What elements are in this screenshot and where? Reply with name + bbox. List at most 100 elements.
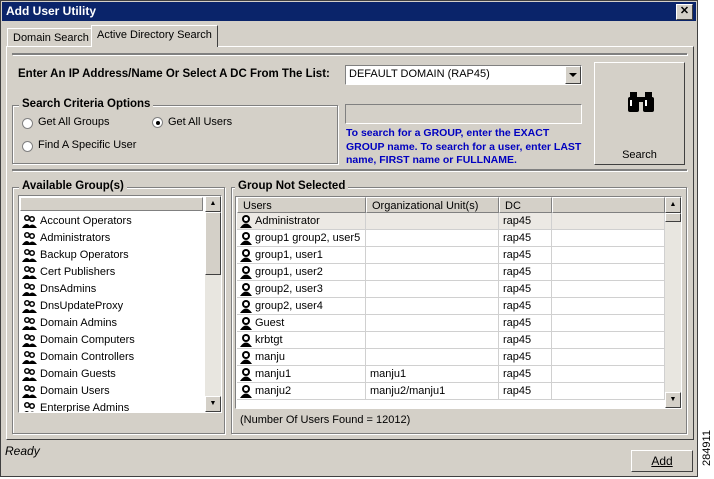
user-icon bbox=[240, 368, 252, 381]
group-list-item-label: Backup Operators bbox=[40, 249, 129, 261]
group-list-item[interactable]: Domain Controllers bbox=[20, 349, 203, 366]
table-row[interactable]: manju1 manju1 rap45 bbox=[237, 366, 665, 383]
add-button[interactable]: Add bbox=[631, 450, 693, 472]
group-icon bbox=[22, 266, 37, 279]
table-row[interactable]: Guest rap45 bbox=[237, 315, 665, 332]
table-row[interactable]: group2, user3 rap45 bbox=[237, 281, 665, 298]
cell-user-text: manju2 bbox=[255, 385, 292, 397]
available-groups-list[interactable]: Account Operators Administrators Backup Op… bbox=[18, 195, 222, 413]
cell-blank bbox=[552, 315, 665, 332]
cell-user: group1, user1 bbox=[237, 247, 366, 264]
cell-dc: rap45 bbox=[499, 213, 552, 230]
cell-user-text: Administrator bbox=[255, 215, 320, 227]
cell-user-text: group1, user1 bbox=[255, 249, 323, 261]
group-list-item[interactable]: Cert Publishers bbox=[20, 264, 203, 281]
cell-dc: rap45 bbox=[499, 332, 552, 349]
search-input[interactable] bbox=[345, 104, 582, 124]
cell-ou bbox=[366, 247, 499, 264]
cell-user: group1 group2, user5 bbox=[237, 230, 366, 247]
user-icon bbox=[240, 351, 252, 364]
groups-rows: Account Operators Administrators Backup Op… bbox=[20, 213, 203, 412]
group-list-item[interactable]: Account Operators bbox=[20, 213, 203, 230]
table-row[interactable]: manju rap45 bbox=[237, 349, 665, 366]
dc-select-dropdown-button[interactable] bbox=[565, 66, 581, 84]
cell-dc: rap45 bbox=[499, 315, 552, 332]
radio-get-all-groups-label[interactable]: Get All Groups bbox=[38, 116, 110, 128]
cell-user: manju2 bbox=[237, 383, 366, 400]
tab-active-directory-search[interactable]: Active Directory Search bbox=[91, 25, 218, 47]
title-bar: Add User Utility ✕ bbox=[2, 2, 696, 21]
group-list-item[interactable]: Domain Guests bbox=[20, 366, 203, 383]
cell-dc: rap45 bbox=[499, 230, 552, 247]
group-list-item-label: DnsUpdateProxy bbox=[40, 300, 124, 312]
cell-user-text: manju1 bbox=[255, 368, 292, 380]
cell-blank bbox=[552, 213, 665, 230]
groups-scroll-thumb[interactable] bbox=[205, 212, 221, 275]
cell-dc: rap45 bbox=[499, 366, 552, 383]
table-row[interactable]: group2, user4 rap45 bbox=[237, 298, 665, 315]
groups-scrollbar[interactable]: ▲ ▼ bbox=[205, 196, 221, 412]
table-row[interactable]: group1 group2, user5 rap45 bbox=[237, 230, 665, 247]
cell-user: group2, user4 bbox=[237, 298, 366, 315]
group-icon bbox=[22, 334, 37, 347]
group-list-item-label: Domain Admins bbox=[40, 317, 118, 329]
group-icon bbox=[22, 283, 37, 296]
radio-find-specific-user[interactable] bbox=[22, 141, 33, 152]
cell-blank bbox=[552, 383, 665, 400]
radio-find-specific-user-label[interactable]: Find A Specific User bbox=[38, 139, 136, 151]
group-list-item[interactable]: Backup Operators bbox=[20, 247, 203, 264]
table-row[interactable]: group1, user1 rap45 bbox=[237, 247, 665, 264]
cell-blank bbox=[552, 264, 665, 281]
column-header-organizational-units[interactable]: Organizational Unit(s) bbox=[366, 197, 499, 213]
table-row[interactable]: manju2 manju2/manju1 rap45 bbox=[237, 383, 665, 400]
group-icon bbox=[22, 317, 37, 330]
cell-dc: rap45 bbox=[499, 247, 552, 264]
table-row[interactable]: Administrator rap45 bbox=[237, 213, 665, 230]
close-button[interactable]: ✕ bbox=[676, 4, 693, 20]
user-icon bbox=[240, 334, 252, 347]
group-list-item[interactable]: Domain Users bbox=[20, 383, 203, 400]
group-list-item[interactable]: DnsUpdateProxy bbox=[20, 298, 203, 315]
cell-ou bbox=[366, 315, 499, 332]
cell-user: Guest bbox=[237, 315, 366, 332]
radio-get-all-users-label[interactable]: Get All Users bbox=[168, 116, 232, 128]
cell-user-text: krbtgt bbox=[255, 334, 283, 346]
column-header-users[interactable]: Users bbox=[237, 197, 366, 213]
group-list-item[interactable]: Enterprise Admins bbox=[20, 400, 203, 412]
cell-dc: rap45 bbox=[499, 281, 552, 298]
cell-user-text: manju bbox=[255, 351, 285, 363]
cell-user-text: group2, user4 bbox=[255, 300, 323, 312]
column-header-dc[interactable]: DC bbox=[499, 197, 552, 213]
cell-dc: rap45 bbox=[499, 383, 552, 400]
dc-select[interactable]: DEFAULT DOMAIN (RAP45) bbox=[345, 65, 582, 85]
column-header-blank bbox=[552, 197, 665, 213]
table-row[interactable]: krbtgt rap45 bbox=[237, 332, 665, 349]
tab-domain-search[interactable]: Domain Search bbox=[7, 28, 95, 47]
radio-get-all-groups[interactable] bbox=[22, 118, 33, 129]
group-list-item-label: DnsAdmins bbox=[40, 283, 97, 295]
group-list-item[interactable]: Domain Computers bbox=[20, 332, 203, 349]
users-scroll-down-button[interactable]: ▼ bbox=[665, 392, 681, 408]
search-criteria-group bbox=[12, 105, 338, 164]
table-row[interactable]: group1, user2 rap45 bbox=[237, 264, 665, 281]
users-scrollbar[interactable]: ▲ ▼ bbox=[665, 197, 681, 408]
available-groups-title: Available Group(s) bbox=[19, 180, 127, 192]
users-scroll-thumb[interactable] bbox=[665, 213, 681, 222]
cell-ou bbox=[366, 298, 499, 315]
groups-list-header bbox=[20, 197, 203, 211]
group-list-item[interactable]: Domain Admins bbox=[20, 315, 203, 332]
users-scroll-up-button[interactable]: ▲ bbox=[665, 197, 681, 213]
search-button[interactable]: Search bbox=[594, 62, 685, 165]
groups-scroll-up-button[interactable]: ▲ bbox=[205, 196, 221, 212]
cell-blank bbox=[552, 281, 665, 298]
user-icon bbox=[240, 317, 252, 330]
group-list-item[interactable]: DnsAdmins bbox=[20, 281, 203, 298]
radio-get-all-users[interactable] bbox=[152, 117, 163, 128]
cell-ou bbox=[366, 332, 499, 349]
figure-id-container: 284911 bbox=[699, 420, 713, 476]
users-table[interactable]: Users Organizational Unit(s) DC Administ… bbox=[235, 196, 682, 409]
group-list-item[interactable]: Administrators bbox=[20, 230, 203, 247]
group-list-item-label: Domain Controllers bbox=[40, 351, 135, 363]
cell-dc: rap45 bbox=[499, 298, 552, 315]
groups-scroll-down-button[interactable]: ▼ bbox=[205, 396, 221, 412]
